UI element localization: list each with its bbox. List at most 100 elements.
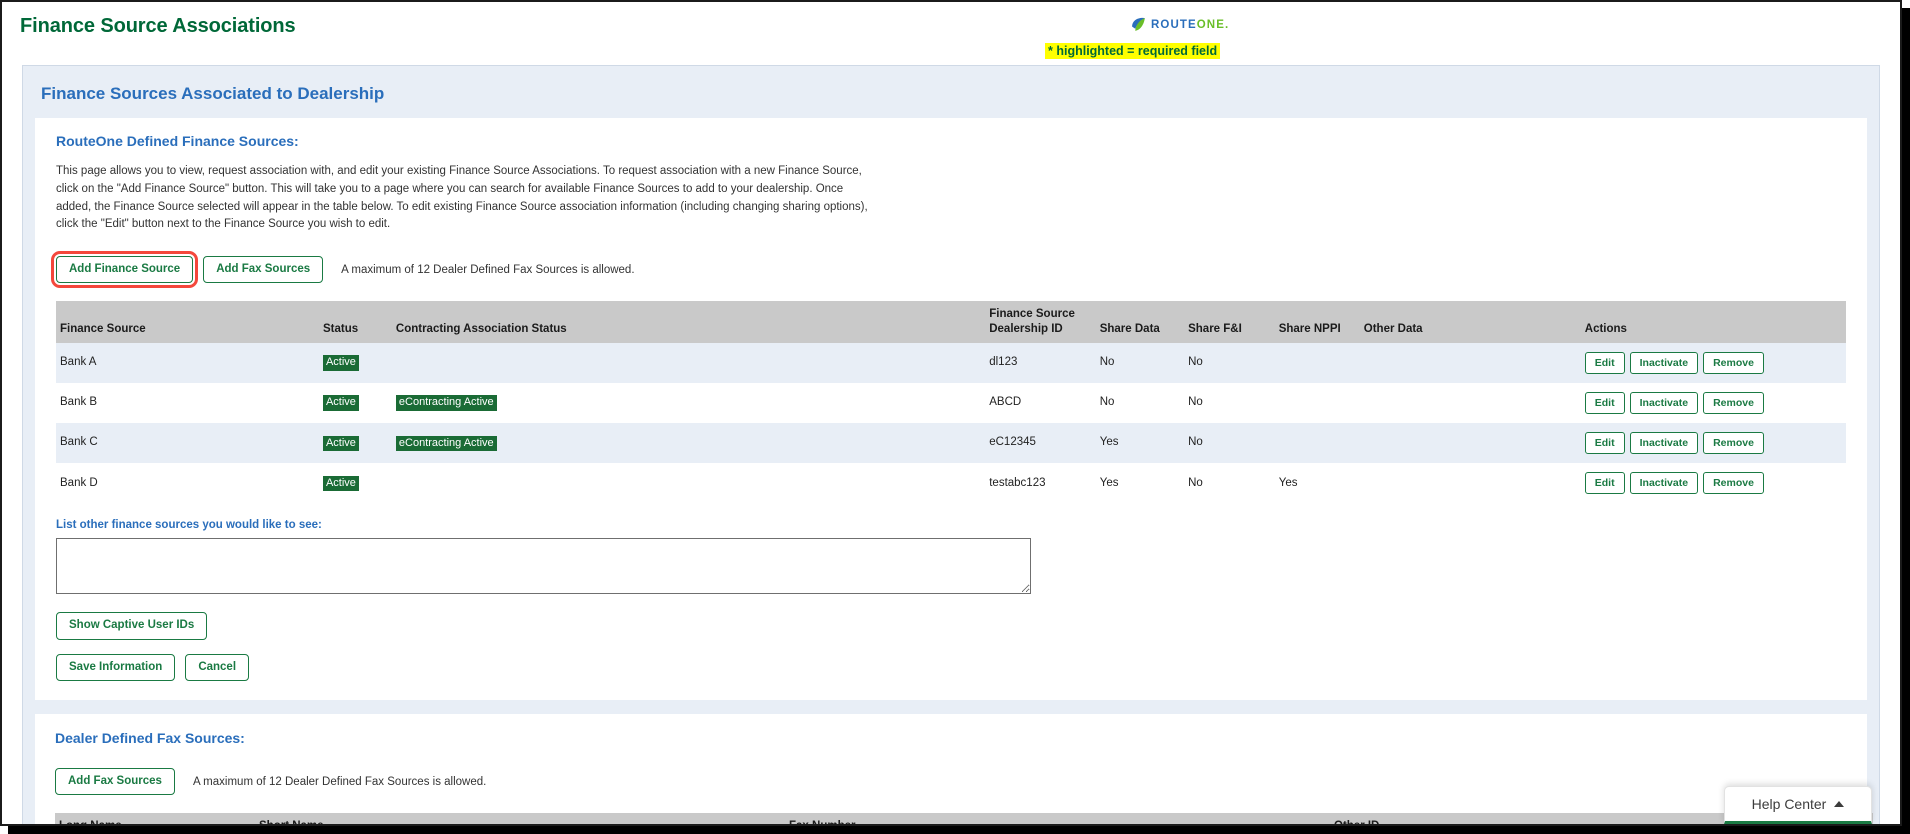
add-finance-source-button[interactable]: Add Finance Source — [50, 251, 199, 289]
fax-action-row: Add Fax Sources A maximum of 12 Dealer D… — [35, 746, 1867, 796]
cell-share-nppi — [1274, 383, 1360, 424]
routeone-logo: ROUTEONE. — [1130, 16, 1229, 33]
col-fax-number: Fax Number — [785, 813, 1330, 824]
add-fax-sources-button-top[interactable]: Add Fax Sources — [203, 256, 324, 284]
table-row: Bank C Active eContracting Active eC12345 Ye… — [56, 423, 1846, 464]
inactivate-button[interactable]: Inactivate — [1629, 352, 1699, 375]
status-badge: Active — [322, 475, 359, 492]
cell-finance-source: Bank D — [56, 463, 319, 504]
max-fax-sources-note-top: A maximum of 12 Dealer Defined Fax Sourc… — [341, 263, 635, 276]
fax-source-table: Long Name Short Name Fax Number Other ID… — [55, 813, 1873, 824]
cell-dealership-id: testabc123 — [985, 463, 1096, 504]
status-badge: eContracting Active — [395, 435, 497, 452]
dealer-defined-fax-card: Dealer Defined Fax Sources: Add Fax Sour… — [35, 713, 1873, 824]
remove-button[interactable]: Remove — [1703, 432, 1764, 455]
cell-contracting-status: eContracting Active — [391, 423, 986, 464]
table-row: Bank A Active dl123 No No Edit Inactivate Remov… — [56, 343, 1846, 384]
inactivate-button[interactable]: Inactivate — [1629, 472, 1699, 495]
col-share-fi: Share F&I — [1184, 301, 1275, 344]
remove-button[interactable]: Remove — [1703, 392, 1764, 415]
add-fax-sources-button-bottom[interactable]: Add Fax Sources — [55, 767, 175, 796]
cell-finance-source: Bank A — [56, 343, 319, 384]
col-dealership-id-line2: Dealership ID — [989, 322, 1063, 335]
finance-sources-panel: Finance Sources Associated to Dealership… — [22, 65, 1880, 824]
cell-finance-source: Bank C — [56, 423, 319, 464]
cell-share-nppi: Yes — [1274, 463, 1360, 504]
other-finance-sources-label: List other finance sources you would lik… — [56, 519, 322, 532]
cell-actions: Edit Inactivate Remove — [1580, 463, 1846, 504]
row-action-group: Edit Inactivate Remove — [1584, 472, 1842, 495]
routeone-defined-card: RouteOne Defined Finance Sources: This p… — [35, 118, 1867, 700]
help-center-label: Help Center — [1751, 796, 1827, 812]
finance-source-table-wrapper: Finance Source Status Contracting Associ… — [36, 283, 1866, 504]
cell-share-data: Yes — [1095, 423, 1185, 464]
edit-button[interactable]: Edit — [1584, 352, 1625, 375]
cell-status: Active — [318, 383, 392, 424]
primary-action-row: Add Finance Source Add Fax Sources A max… — [36, 234, 1866, 289]
col-short-name: Short Name — [255, 813, 785, 824]
cell-share-nppi — [1274, 423, 1360, 464]
show-captive-user-ids-button[interactable]: Show Captive User IDs — [56, 612, 208, 640]
cell-share-fi: No — [1184, 383, 1275, 424]
cell-actions: Edit Inactivate Remove — [1580, 383, 1846, 424]
col-share-data: Share Data — [1095, 301, 1185, 344]
edit-button[interactable]: Edit — [1584, 392, 1625, 415]
col-status: Status — [318, 301, 392, 344]
required-field-note: * highlighted = required field — [1045, 43, 1221, 59]
row-action-group: Edit Inactivate Remove — [1584, 352, 1842, 375]
page-header: Finance Source Associations ROUTEONE. * … — [2, 2, 1900, 59]
brand-dot: . — [1224, 18, 1230, 31]
cell-finance-source: Bank B — [56, 383, 319, 424]
cell-other-data — [1359, 423, 1581, 464]
cancel-button[interactable]: Cancel — [185, 653, 250, 681]
save-information-button[interactable]: Save Information — [56, 653, 176, 681]
cell-actions: Edit Inactivate Remove — [1580, 423, 1846, 464]
cell-share-fi: No — [1184, 463, 1275, 504]
chevron-up-icon — [1834, 801, 1845, 807]
brand-one-text: ONE — [1196, 18, 1225, 31]
save-cancel-row: Save Information Cancel — [36, 640, 1866, 681]
help-center-widget[interactable]: Help Center — [1724, 786, 1872, 824]
max-fax-sources-note-bottom: A maximum of 12 Dealer Defined Fax Sourc… — [192, 775, 487, 788]
inactivate-button[interactable]: Inactivate — [1629, 392, 1699, 415]
panel-heading: Finance Sources Associated to Dealership — [41, 84, 385, 103]
remove-button[interactable]: Remove — [1703, 472, 1764, 495]
brand-route-text: ROUTE — [1151, 18, 1197, 31]
application-window: Finance Source Associations ROUTEONE. * … — [0, 0, 1902, 826]
remove-button[interactable]: Remove — [1703, 352, 1764, 375]
col-contracting-association-status: Contracting Association Status — [391, 301, 986, 344]
routeone-mark-icon — [1132, 17, 1145, 31]
fax-section-heading: Dealer Defined Fax Sources: — [55, 729, 245, 746]
cell-share-nppi — [1274, 343, 1360, 384]
edit-button[interactable]: Edit — [1584, 472, 1625, 495]
cell-share-fi: No — [1184, 343, 1275, 384]
intro-paragraph: This page allows you to view, request as… — [56, 165, 868, 231]
cell-share-data: Yes — [1095, 463, 1185, 504]
status-badge: Active — [322, 395, 359, 412]
page-title: Finance Source Associations — [20, 15, 296, 37]
cell-contracting-status: eContracting Active — [391, 383, 986, 424]
edit-button[interactable]: Edit — [1584, 432, 1625, 455]
cell-status: Active — [318, 343, 392, 384]
cell-other-data — [1359, 463, 1581, 504]
cell-share-data: No — [1095, 383, 1185, 424]
finance-source-table-body: Bank A Active dl123 No No Edit Inactivate Remov… — [56, 343, 1846, 504]
status-badge: eContracting Active — [395, 395, 497, 412]
other-finance-sources-block: List other finance sources you would lik… — [36, 503, 1866, 595]
other-finance-sources-textarea[interactable] — [56, 538, 1031, 595]
row-action-group: Edit Inactivate Remove — [1584, 432, 1842, 455]
cell-status: Active — [318, 463, 392, 504]
row-action-group: Edit Inactivate Remove — [1584, 392, 1842, 415]
finance-source-table: Finance Source Status Contracting Associ… — [56, 301, 1846, 504]
table-row: Bank D Active testabc123 Yes No Yes Edit Inacti… — [56, 463, 1846, 504]
col-long-name: Long Name — [55, 813, 255, 824]
cell-share-fi: No — [1184, 423, 1275, 464]
finance-source-table-header-row: Finance Source Status Contracting Associ… — [56, 301, 1846, 344]
inactivate-button[interactable]: Inactivate — [1629, 432, 1699, 455]
status-badge: Active — [322, 435, 359, 452]
fax-table-header-row: Long Name Short Name Fax Number Other ID… — [55, 813, 1873, 824]
fax-table-wrapper: Long Name Short Name Fax Number Other ID… — [35, 795, 1873, 824]
cell-contracting-status — [391, 343, 986, 384]
cell-dealership-id: eC12345 — [985, 423, 1096, 464]
routeone-section-heading: RouteOne Defined Finance Sources: — [56, 133, 299, 149]
